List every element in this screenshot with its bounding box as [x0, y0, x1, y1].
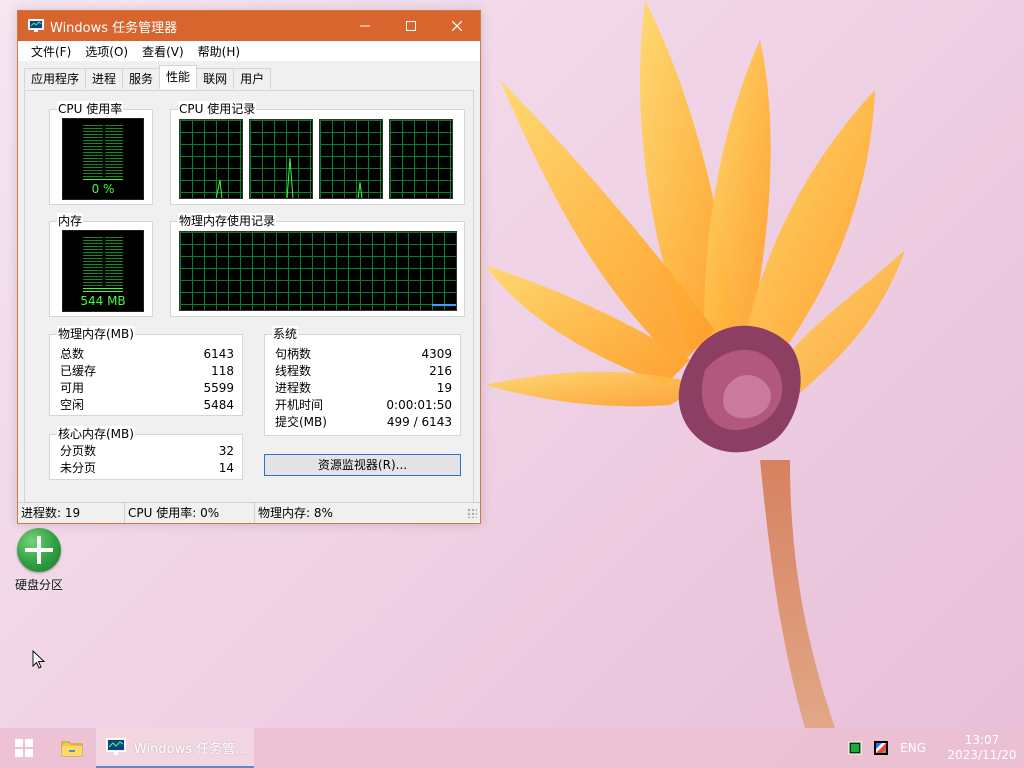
- task-manager-icon: [106, 738, 126, 755]
- kernel-memory-title: 核心内存(MB): [57, 426, 135, 442]
- cpu-history-line-1: [215, 179, 223, 198]
- tab-users[interactable]: 用户: [233, 68, 272, 89]
- menu-options[interactable]: 选项(O): [78, 43, 135, 60]
- tab-processes[interactable]: 进程: [85, 68, 124, 89]
- mouse-pointer-icon: [32, 650, 46, 669]
- cpu-usage-meter: 0 %: [62, 118, 144, 200]
- cpu-history-graph-3: [319, 119, 383, 199]
- tab-services[interactable]: 服务: [122, 68, 161, 89]
- input-language[interactable]: ENG: [900, 741, 926, 755]
- status-processes: 进程数: 19: [18, 503, 125, 523]
- task-manager-icon: [28, 19, 44, 32]
- cpu-usage-label: CPU 使用率: [57, 101, 124, 117]
- start-button[interactable]: [0, 728, 48, 768]
- performance-panel: CPU 使用率 0 % CPU 使用记录 内存 544 MB 物理内存使用记录 …: [24, 90, 474, 506]
- taskbar-task-manager[interactable]: Windows 任务管...: [96, 728, 254, 768]
- menu-help[interactable]: 帮助(H): [191, 43, 247, 60]
- maximize-icon: [406, 21, 416, 31]
- system-title: 系统: [272, 326, 299, 342]
- desktop-icon-disk-partition[interactable]: 硬盘分区: [10, 528, 68, 593]
- cpu-usage-group: CPU 使用率 0 %: [49, 101, 153, 205]
- stat-row: 已缓存 118: [60, 364, 234, 378]
- desktop-icon-label: 硬盘分区: [14, 578, 63, 592]
- memory-history-label: 物理内存使用记录: [178, 213, 277, 229]
- cpu-history-graph-1: [179, 119, 243, 199]
- stat-row: 句柄数 4309: [275, 347, 452, 361]
- memory-history-group: 物理内存使用记录: [170, 213, 465, 317]
- stat-row: 线程数 216: [275, 364, 452, 378]
- cpu-history-line-3: [357, 181, 363, 198]
- menu-file[interactable]: 文件(F): [24, 43, 78, 60]
- task-manager-window: Windows 任务管理器 文件(F) 选项(O) 查看(V) 帮助(H) 应用…: [17, 10, 481, 524]
- cpu-history-line-2: [286, 157, 294, 198]
- stat-row: 空闲 5484: [60, 398, 234, 412]
- windows-logo-icon: [15, 739, 33, 757]
- physical-memory-group: 物理内存(MB) 总数 6143 已缓存 118 可用 5599 空闲 5484: [49, 326, 243, 416]
- memory-history-graph: [179, 231, 457, 311]
- tab-performance[interactable]: 性能: [159, 65, 198, 89]
- memory-history-line: [432, 304, 456, 306]
- stat-row: 总数 6143: [60, 347, 234, 361]
- close-icon: [452, 21, 462, 31]
- cpu-history-group: CPU 使用记录: [170, 101, 465, 205]
- stat-row: 开机时间 0:00:01:50: [275, 398, 452, 412]
- menu-bar: 文件(F) 选项(O) 查看(V) 帮助(H): [18, 41, 480, 61]
- stat-row: 分页数 32: [60, 444, 234, 458]
- cpu-history-label: CPU 使用记录: [178, 101, 257, 117]
- cpu-history-graph-4: [389, 119, 453, 199]
- color-icon[interactable]: [874, 741, 889, 755]
- tab-networking[interactable]: 联网: [196, 68, 235, 89]
- clock-time: 13:07: [964, 733, 1000, 747]
- title-bar[interactable]: Windows 任务管理器: [18, 11, 480, 41]
- taskbar: Windows 任务管... ENG 13:07 2023/11/20: [0, 728, 1024, 768]
- kernel-memory-group: 核心内存(MB) 分页数 32 未分页 14: [49, 426, 243, 480]
- memory-group: 内存 544 MB: [49, 213, 153, 317]
- network-icon[interactable]: [848, 741, 862, 755]
- stat-row: 进程数 19: [275, 381, 452, 395]
- resource-monitor-button[interactable]: 资源监视器(R)...: [264, 454, 461, 476]
- physical-memory-title: 物理内存(MB): [57, 326, 135, 342]
- tab-applications[interactable]: 应用程序: [24, 68, 87, 89]
- cpu-history-graph-2: [249, 119, 313, 199]
- file-explorer-button[interactable]: [48, 728, 96, 768]
- status-memory: 物理内存: 8%: [258, 506, 333, 520]
- stat-row: 可用 5599: [60, 381, 234, 395]
- clock-date: 2023/11/20: [947, 748, 1017, 762]
- clock[interactable]: 13:07 2023/11/20: [944, 733, 1020, 763]
- window-title: Windows 任务管理器: [50, 20, 178, 36]
- menu-view[interactable]: 查看(V): [135, 43, 191, 60]
- taskbar-task-label: Windows 任务管...: [134, 741, 248, 757]
- folder-icon: [61, 741, 83, 757]
- status-cpu: CPU 使用率: 0%: [125, 503, 255, 523]
- stat-row: 未分页 14: [60, 461, 234, 475]
- memory-label: 内存: [57, 213, 84, 229]
- stat-row: 提交(MB) 499 / 6143: [275, 415, 452, 429]
- close-button[interactable]: [434, 11, 480, 41]
- minimize-icon: [360, 25, 370, 27]
- tab-strip: 应用程序 进程 服务 性能 联网 用户: [24, 65, 272, 90]
- system-tray: ENG 13:07 2023/11/20: [848, 728, 1024, 768]
- maximize-button[interactable]: [388, 11, 434, 41]
- system-group: 系统 句柄数 4309 线程数 216 进程数 19 开机时间 0:00:01:50 提…: [264, 326, 461, 436]
- memory-value: 544 MB: [80, 294, 126, 308]
- disk-partition-icon: [17, 528, 61, 572]
- memory-meter: 544 MB: [62, 230, 144, 312]
- minimize-button[interactable]: [342, 11, 388, 41]
- window-controls: [342, 11, 480, 41]
- cpu-usage-value: 0 %: [91, 182, 115, 196]
- resize-grip[interactable]: [467, 508, 477, 518]
- status-bar: 进程数: 19 CPU 使用率: 0% 物理内存: 8%: [18, 502, 480, 523]
